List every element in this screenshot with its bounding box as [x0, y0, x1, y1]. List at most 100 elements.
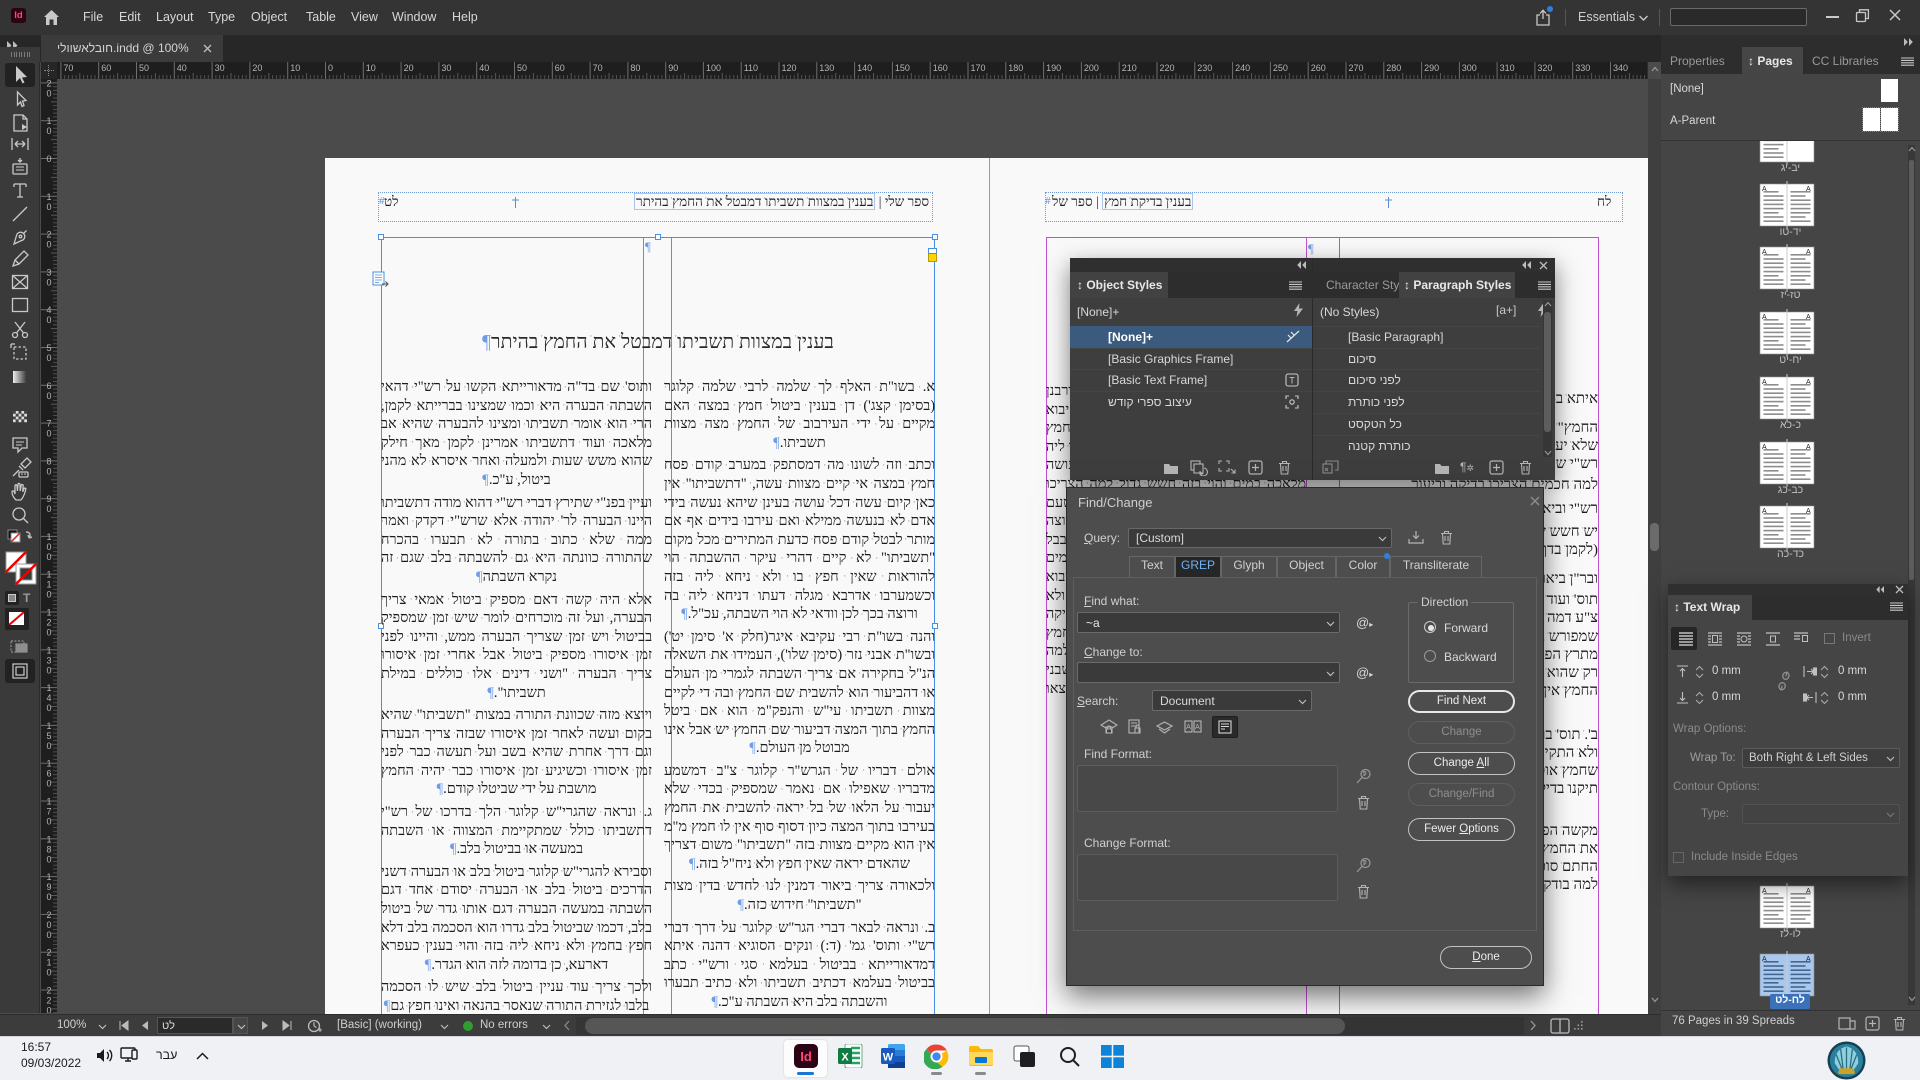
- svg-text:8: 8: [46, 844, 51, 854]
- svg-text:1: 1: [46, 580, 51, 590]
- svg-text:1: 1: [46, 958, 51, 968]
- svg-text:3: 3: [46, 267, 51, 277]
- svg-text:2: 2: [46, 996, 51, 1006]
- svg-text:60: 60: [101, 63, 111, 73]
- svg-text:X: X: [841, 1052, 849, 1064]
- svg-text:A: A: [1762, 956, 1767, 963]
- svg-text:0: 0: [46, 315, 51, 325]
- svg-text:0: 0: [46, 628, 51, 638]
- svg-text:30: 30: [215, 63, 225, 73]
- svg-text:90: 90: [668, 63, 678, 73]
- svg-text:290: 290: [1424, 63, 1439, 73]
- svg-text:0: 0: [46, 920, 51, 930]
- svg-text:1: 1: [46, 192, 51, 202]
- svg-text:0: 0: [46, 665, 51, 675]
- svg-text:7: 7: [46, 419, 51, 429]
- svg-text:7: 7: [46, 807, 51, 817]
- svg-text:W: W: [883, 1052, 894, 1064]
- svg-text:1: 1: [46, 683, 51, 693]
- svg-text:A: A: [1186, 724, 1191, 731]
- svg-text:0: 0: [46, 552, 51, 562]
- svg-text:A: A: [1762, 379, 1767, 386]
- svg-text:A: A: [1762, 508, 1767, 515]
- svg-text:190: 190: [1046, 63, 1061, 73]
- svg-text:50: 50: [517, 63, 527, 73]
- svg-text:0: 0: [46, 466, 51, 476]
- svg-text:A: A: [1762, 888, 1767, 895]
- svg-text:A: A: [1806, 956, 1811, 963]
- svg-text:9: 9: [46, 882, 51, 892]
- svg-text:260: 260: [1311, 63, 1326, 73]
- svg-text:0: 0: [46, 429, 51, 439]
- svg-text:A: A: [1762, 186, 1767, 193]
- svg-text:270: 270: [1349, 63, 1364, 73]
- svg-text:1: 1: [46, 797, 51, 807]
- svg-text:0: 0: [46, 126, 51, 136]
- svg-text:340: 340: [1613, 63, 1628, 73]
- svg-text:2: 2: [46, 986, 51, 996]
- svg-text:40: 40: [177, 63, 187, 73]
- svg-text:A: A: [1762, 249, 1767, 256]
- svg-text:1: 1: [46, 570, 51, 580]
- svg-text:200: 200: [1084, 63, 1099, 73]
- svg-text:330: 330: [1575, 63, 1590, 73]
- svg-text:310: 310: [1500, 63, 1515, 73]
- svg-text:4: 4: [46, 693, 51, 703]
- svg-text:20: 20: [404, 63, 414, 73]
- svg-text:0: 0: [46, 779, 51, 789]
- svg-text:110: 110: [744, 63, 758, 73]
- svg-text:170: 170: [971, 63, 986, 73]
- svg-text:1: 1: [46, 759, 51, 769]
- svg-text:240: 240: [1235, 63, 1250, 73]
- svg-text:300: 300: [1462, 63, 1477, 73]
- svg-text:A: A: [1806, 508, 1811, 515]
- svg-text:0: 0: [46, 277, 51, 287]
- svg-text:130: 130: [819, 63, 834, 73]
- svg-text:1: 1: [46, 721, 51, 731]
- svg-text:5: 5: [46, 343, 51, 353]
- svg-text:0: 0: [46, 542, 51, 552]
- svg-text:6: 6: [46, 769, 51, 779]
- svg-text:T: T: [1289, 376, 1295, 386]
- svg-text:150: 150: [895, 63, 910, 73]
- svg-text:280: 280: [1386, 63, 1401, 73]
- svg-text:0: 0: [46, 1006, 51, 1014]
- svg-text:230: 230: [1197, 63, 1212, 73]
- svg-text:0: 0: [46, 968, 51, 978]
- svg-text:0: 0: [46, 353, 51, 363]
- svg-text:1: 1: [46, 645, 51, 655]
- svg-text:0: 0: [46, 154, 51, 164]
- svg-text:0: 0: [46, 703, 51, 713]
- svg-text:A: A: [1195, 724, 1200, 731]
- svg-text:1: 1: [46, 532, 51, 542]
- svg-text:0: 0: [46, 88, 51, 98]
- svg-text:2: 2: [46, 948, 51, 958]
- svg-text:0: 0: [46, 741, 51, 751]
- svg-text:1: 1: [46, 872, 51, 882]
- svg-text:0: 0: [328, 63, 333, 73]
- svg-text:40: 40: [479, 63, 489, 73]
- svg-text:10: 10: [290, 63, 300, 73]
- svg-text:0: 0: [46, 391, 51, 401]
- svg-text:220: 220: [1160, 63, 1175, 73]
- svg-text:3: 3: [46, 655, 51, 665]
- svg-text:1: 1: [46, 834, 51, 844]
- svg-text:120: 120: [782, 63, 797, 73]
- svg-text:0: 0: [46, 854, 51, 864]
- svg-text:A: A: [1806, 379, 1811, 386]
- svg-text:A: A: [1806, 249, 1811, 256]
- svg-text:A: A: [1806, 444, 1811, 451]
- svg-text:A: A: [1762, 444, 1767, 451]
- svg-text:320: 320: [1537, 63, 1552, 73]
- svg-text:9: 9: [46, 494, 51, 504]
- svg-text:250: 250: [1273, 63, 1288, 73]
- svg-text:2: 2: [46, 618, 51, 628]
- svg-text:0: 0: [46, 504, 51, 514]
- svg-text:140: 140: [857, 63, 872, 73]
- svg-text:A: A: [1806, 314, 1811, 321]
- svg-text:0: 0: [46, 892, 51, 902]
- svg-text:70: 70: [63, 63, 73, 73]
- svg-text:80: 80: [630, 63, 640, 73]
- svg-text:2: 2: [46, 79, 51, 88]
- svg-text:1: 1: [46, 116, 51, 126]
